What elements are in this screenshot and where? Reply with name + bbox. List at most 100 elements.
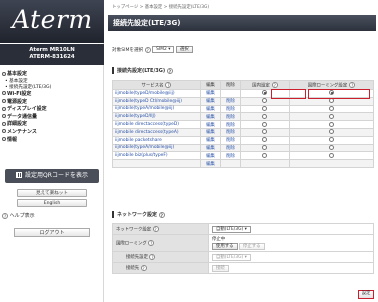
roaming-radio[interactable] — [328, 105, 334, 111]
menu-item[interactable]: 基本設定 — [2, 71, 102, 79]
delete-link[interactable]: 削除 — [220, 151, 241, 161]
domestic-cell — [240, 112, 290, 122]
edit-link[interactable]: 編集 — [200, 143, 221, 153]
help-icon: ? — [2, 212, 8, 219]
roaming-network-select[interactable]: 自動(LTE/3G) ▾ — [212, 253, 251, 261]
menu-item-label: 電源設定 — [7, 98, 28, 105]
help-icon[interactable]: ? — [149, 253, 156, 260]
domestic-radio[interactable] — [262, 90, 268, 96]
service-name: iijmobile(typeD Ctl/mobile@iij) — [112, 96, 201, 106]
label-text: ネットワーク設定 — [116, 227, 152, 233]
connect-button[interactable]: 接続 — [212, 264, 229, 272]
domestic-radio[interactable] — [262, 105, 268, 111]
delete-link[interactable]: 削除 — [220, 143, 241, 153]
device-id: ATERM-831624 — [29, 54, 75, 60]
domestic-radio[interactable] — [262, 152, 268, 158]
logout-button[interactable]: ログアウト — [14, 228, 90, 237]
edit-link[interactable]: 編集 — [200, 120, 221, 129]
delete-link[interactable] — [220, 159, 241, 168]
network-mode-select[interactable]: 自動(LTE/3G) ▾ — [212, 225, 251, 233]
menu-item[interactable]: ディスプレイ設定 — [2, 106, 102, 114]
domestic-radio[interactable] — [262, 137, 268, 143]
network-table: ネットワーク設定 ? 自動(LTE/3G) ▾ 国際ローミング ? 停止中 使用する … — [112, 223, 374, 274]
network-row: ネットワーク設定 ? 自動(LTE/3G) ▾ — [112, 223, 374, 235]
sim-selector-row: 対象SIMを選択 ? SIM2 ▾ 選択 — [112, 46, 193, 53]
roaming-radio[interactable] — [328, 113, 334, 119]
menu-item[interactable]: Wi-Fi設定 — [2, 91, 102, 99]
column-header-label: 編集 — [206, 83, 215, 88]
roaming-cell — [288, 127, 375, 137]
menu-bullet-icon — [2, 129, 6, 134]
roaming-radio[interactable] — [328, 121, 334, 127]
easy-net-button[interactable]: 見えて楽ねット — [17, 189, 87, 197]
sim-select-button[interactable]: 選択 — [175, 46, 193, 53]
service-name: iijmobile biz(plus/typeF) — [112, 151, 201, 161]
delete-link[interactable]: 削除 — [220, 112, 241, 122]
help-icon[interactable]: ? — [140, 264, 147, 271]
edit-link[interactable]: 編集 — [200, 151, 221, 161]
section-marker — [112, 211, 114, 218]
domestic-radio[interactable] — [262, 144, 268, 150]
save-button[interactable]: 設定 — [358, 290, 374, 299]
roaming-disable-button[interactable]: 停止する — [238, 243, 265, 250]
service-name: iijmobile packetshare — [112, 135, 201, 145]
domestic-radio[interactable] — [262, 121, 268, 127]
roaming-radio[interactable] — [328, 152, 334, 158]
help-icon[interactable]: ? — [165, 81, 172, 88]
domestic-cell — [240, 159, 290, 168]
roaming-radio[interactable] — [328, 129, 334, 135]
roaming-radio[interactable] — [328, 137, 334, 143]
table-row: iijmobile directaccess(typeA) 編集 削除 — [112, 127, 375, 137]
edit-link[interactable]: 編集 — [200, 89, 221, 98]
menu-item[interactable]: 詳細設定 — [2, 121, 102, 129]
help-icon[interactable]: ? — [166, 67, 173, 74]
roaming-status: 停止中 — [212, 237, 226, 242]
network-row-label: 接続先 ? — [112, 262, 209, 274]
sidebar: Aterm Aterm MR10LN ATERM-831624 基本設定 • 基本… — [0, 0, 104, 302]
domestic-radio[interactable] — [262, 113, 268, 119]
menu-item[interactable]: 情報 — [2, 137, 102, 145]
help-icon[interactable]: ? — [271, 81, 278, 88]
label-text: 接続先設定 — [126, 255, 148, 261]
menu-item-label: 情報 — [7, 136, 18, 143]
roaming-radio[interactable] — [328, 144, 334, 150]
column-header: 削除 — [220, 80, 241, 90]
menu-item[interactable]: メンテナンス — [2, 129, 102, 137]
edit-link[interactable]: 編集 — [200, 104, 221, 114]
delete-link[interactable] — [220, 89, 241, 98]
delete-link[interactable]: 削除 — [220, 135, 241, 145]
help-icon[interactable]: ? — [349, 81, 356, 88]
edit-link[interactable]: 編集 — [200, 127, 221, 137]
help-icon[interactable]: ? — [144, 46, 151, 53]
roaming-cell — [288, 104, 375, 114]
label-text: 国際ローミング — [116, 241, 147, 247]
domestic-cell — [240, 143, 290, 153]
edit-link[interactable]: 編集 — [200, 135, 221, 145]
edit-link[interactable]: 編集 — [200, 112, 221, 122]
breadcrumb: トップページ > 基本設定 > 接続先設定(LTE/3G) — [112, 5, 210, 10]
domestic-radio[interactable] — [262, 129, 268, 135]
edit-link[interactable]: 編集 — [200, 96, 221, 106]
delete-link[interactable]: 削除 — [220, 96, 241, 106]
help-icon[interactable]: ? — [148, 239, 155, 246]
roaming-enable-button[interactable]: 使用する — [212, 243, 238, 250]
roaming-cell — [288, 159, 375, 168]
domestic-radio[interactable] — [262, 98, 268, 104]
delete-link[interactable]: 削除 — [220, 127, 241, 137]
help-toggle[interactable]: ? ヘルプ表示 — [2, 212, 35, 219]
service-name: iijmobile directaccess(typeD) — [112, 120, 201, 129]
label-text: 接続先 — [126, 266, 140, 272]
help-icon[interactable]: ? — [158, 211, 165, 218]
show-qr-code-button[interactable]: 設定用QRコードを表示 — [5, 169, 99, 183]
profile-section-title: 接続先設定(LTE/3G) — [117, 68, 166, 74]
english-button[interactable]: English — [17, 199, 87, 207]
column-header: 編集 — [200, 80, 221, 90]
edit-link[interactable]: 編集 — [200, 159, 221, 168]
menu-bullet-icon — [2, 121, 6, 126]
delete-link[interactable]: 削除 — [220, 120, 241, 129]
help-icon[interactable]: ? — [152, 225, 159, 232]
sim-select[interactable]: SIM2 ▾ — [152, 46, 175, 53]
table-row: iijmobile(typeD/IIJ) 編集 削除 — [112, 112, 375, 122]
delete-link[interactable]: 削除 — [220, 104, 241, 114]
domestic-cell — [240, 120, 290, 129]
